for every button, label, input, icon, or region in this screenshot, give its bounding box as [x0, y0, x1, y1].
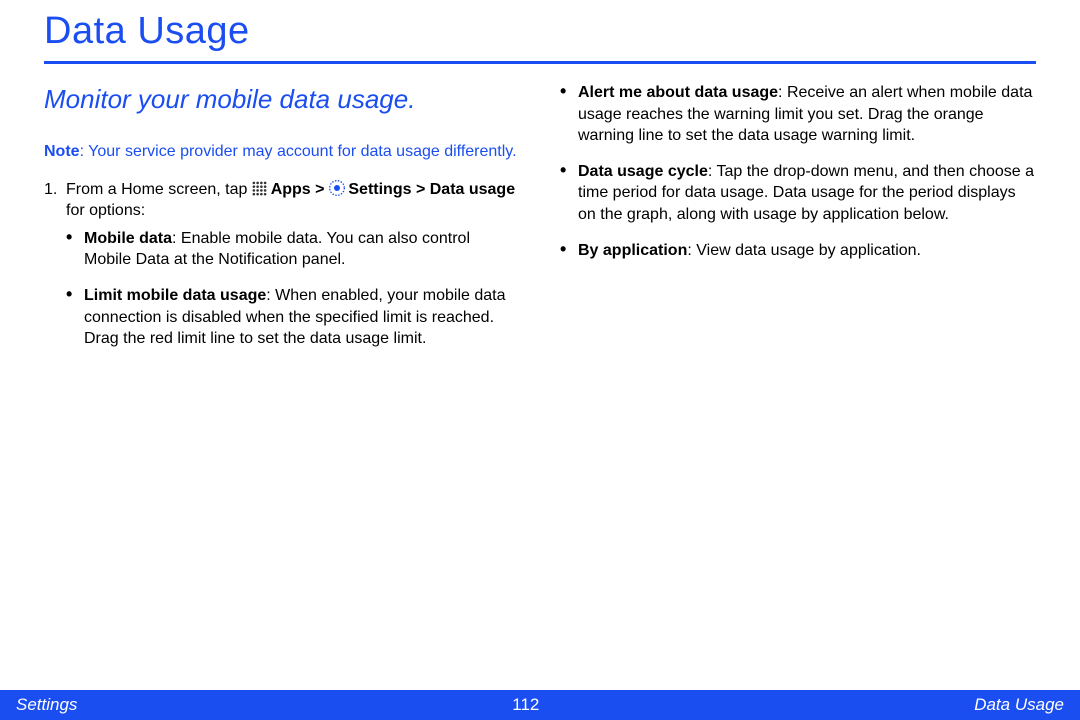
- subtitle: Monitor your mobile data usage.: [44, 82, 520, 117]
- bullet-icon: •: [560, 82, 578, 147]
- list-item: • Limit mobile data usage: When enabled,…: [66, 285, 520, 350]
- page-title: Data Usage: [44, 10, 1036, 59]
- bullet-icon: •: [560, 161, 578, 226]
- bullet-bold: By application: [578, 242, 687, 259]
- left-bullets: • Mobile data: Enable mobile data. You c…: [66, 228, 520, 350]
- step-number: 1.: [44, 179, 66, 350]
- footer: Settings 112 Data Usage: [0, 690, 1080, 720]
- note: Note: Your service provider may account …: [44, 141, 520, 163]
- list-item: • Alert me about data usage: Receive an …: [560, 82, 1036, 147]
- step-tail: for options:: [66, 202, 145, 219]
- bullet-bold: Limit mobile data usage: [84, 287, 266, 304]
- bullet-icon: •: [560, 240, 578, 262]
- right-column: • Alert me about data usage: Receive an …: [560, 82, 1036, 364]
- note-label: Note: [44, 143, 80, 160]
- settings-icon: [329, 180, 344, 195]
- settings-label: Settings >: [344, 181, 430, 198]
- footer-page-number: 112: [512, 695, 539, 715]
- apps-icon: [252, 181, 267, 196]
- bullet-icon: •: [66, 228, 84, 271]
- bullet-bold: Data usage cycle: [578, 163, 708, 180]
- apps-label: Apps >: [267, 181, 329, 198]
- bullet-bold: Mobile data: [84, 230, 172, 247]
- bullet-text: : View data usage by application.: [687, 242, 921, 259]
- title-rule: [44, 61, 1036, 64]
- bullet-bold: Alert me about data usage: [578, 84, 778, 101]
- footer-left: Settings: [16, 695, 77, 715]
- list-item: • Data usage cycle: Tap the drop-down me…: [560, 161, 1036, 226]
- data-usage-bold: Data usage: [430, 181, 515, 198]
- step-1: 1. From a Home screen, tap Apps > Settin…: [44, 179, 520, 350]
- footer-right: Data Usage: [974, 695, 1064, 715]
- left-column: Monitor your mobile data usage. Note: Yo…: [44, 82, 520, 364]
- step-prefix: From a Home screen, tap: [66, 181, 252, 198]
- right-bullets: • Alert me about data usage: Receive an …: [560, 82, 1036, 261]
- note-text: : Your service provider may account for …: [80, 143, 517, 160]
- list-item: • By application: View data usage by app…: [560, 240, 1036, 262]
- bullet-icon: •: [66, 285, 84, 350]
- list-item: • Mobile data: Enable mobile data. You c…: [66, 228, 520, 271]
